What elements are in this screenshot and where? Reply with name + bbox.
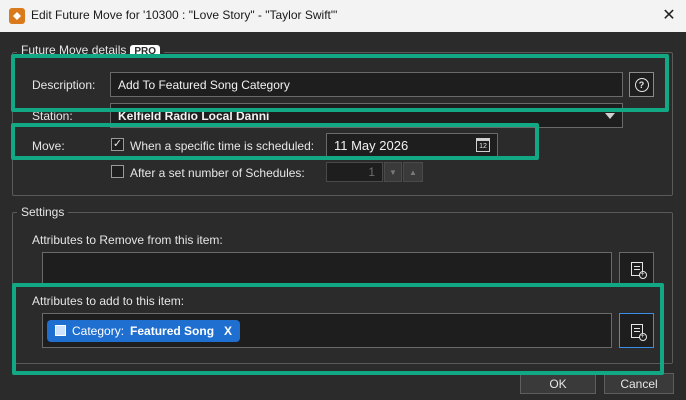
help-button[interactable]: ? (629, 72, 654, 97)
tag-value: Featured Song (130, 323, 215, 338)
title-bar: Edit Future Move for '10300 : "Love Stor… (0, 0, 686, 32)
description-field[interactable]: Add To Featured Song Category (110, 72, 623, 97)
count-option-label: After a set number of Schedules: (130, 166, 305, 180)
station-select[interactable]: Kelfield Radio Local Danni (110, 103, 623, 128)
description-label: Description: (32, 78, 96, 92)
chevron-down-icon (605, 112, 615, 119)
remove-attributes-field[interactable] (42, 252, 612, 286)
remove-attributes-label: Attributes to Remove from this item: (32, 233, 223, 247)
date-value: 11 May 2026 (334, 137, 409, 153)
document-add-icon: + (630, 323, 647, 341)
attribute-tag[interactable]: Category: Featured Song X (47, 319, 241, 342)
add-attributes-field[interactable]: Category: Featured Song X (42, 313, 612, 348)
tag-color-swatch (55, 325, 66, 336)
future-move-legend-text: Future Move details (21, 43, 127, 57)
app-icon (9, 8, 25, 24)
close-icon[interactable]: ✕ (658, 5, 680, 27)
add-remove-attribute-button[interactable]: + (619, 252, 654, 286)
count-checkbox[interactable] (111, 165, 124, 178)
future-move-legend: Future Move details PRO (17, 43, 165, 58)
spin-down-button[interactable]: ▼ (384, 162, 402, 182)
move-label: Move: (32, 139, 65, 153)
settings-legend: Settings (17, 205, 69, 219)
time-checkbox[interactable]: ✓ (111, 138, 124, 151)
add-attributes-label: Attributes to add to this item: (32, 294, 185, 308)
add-attribute-button[interactable]: + (619, 313, 654, 348)
count-field[interactable]: 1 (326, 162, 383, 182)
station-value: Kelfield Radio Local Danni (118, 108, 270, 123)
ok-button[interactable]: OK (520, 373, 596, 394)
date-field[interactable]: 11 May 2026 12 (326, 133, 498, 157)
tag-category-label: Category: (72, 323, 125, 338)
calendar-icon[interactable]: 12 (476, 138, 490, 152)
station-label: Station: (32, 109, 73, 123)
help-icon: ? (634, 77, 649, 92)
spin-up-button[interactable]: ▲ (403, 162, 423, 182)
cancel-button[interactable]: Cancel (604, 373, 674, 394)
pro-badge: PRO (130, 45, 161, 58)
window-title: Edit Future Move for '10300 : "Love Stor… (31, 8, 338, 22)
time-option-label: When a specific time is scheduled: (130, 139, 315, 153)
document-add-icon: + (630, 262, 647, 279)
tag-remove-button[interactable]: X (224, 324, 232, 338)
